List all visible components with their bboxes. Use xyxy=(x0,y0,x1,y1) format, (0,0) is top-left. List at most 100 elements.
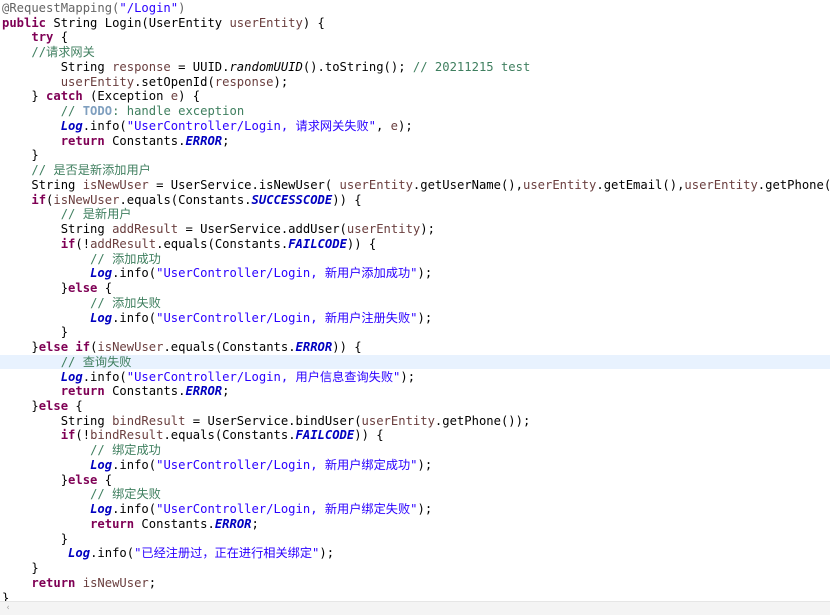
code-token: "UserController/Login, 用户信息查询失败" xyxy=(126,369,401,384)
code-line[interactable]: String response = UUID.randomUUID().toSt… xyxy=(0,60,830,75)
code-line[interactable]: return Constants.ERROR; xyxy=(0,517,830,532)
code-token: FAILCODE xyxy=(295,428,355,443)
code-token: ); xyxy=(417,310,433,325)
code-token: if xyxy=(60,428,76,443)
code-line[interactable]: Log.info("UserController/Login, 用户信息查询失败… xyxy=(0,370,830,385)
code-line[interactable]: // 绑定失败 xyxy=(0,487,830,502)
code-token: e xyxy=(390,118,399,133)
code-token: ); xyxy=(273,74,289,89)
code-token: = UserService.addUser( xyxy=(178,222,347,237)
code-token: ERROR xyxy=(295,340,333,355)
code-line[interactable]: userEntity.setOpenId(response); xyxy=(0,75,830,90)
code-line[interactable]: // 添加成功 xyxy=(0,252,830,267)
code-token: String xyxy=(2,413,113,428)
code-token: } xyxy=(2,89,47,104)
code-token: Constants. xyxy=(104,384,186,399)
code-token: userEntity xyxy=(684,177,758,192)
code-token: { xyxy=(68,398,83,413)
code-line[interactable]: String bindResult = UserService.bindUser… xyxy=(0,414,830,429)
code-token: ) { xyxy=(302,15,325,30)
code-line[interactable]: public String Login(UserEntity userEntit… xyxy=(0,16,830,31)
code-line[interactable]: // 添加失败 xyxy=(0,296,830,311)
code-token: String xyxy=(2,177,83,192)
code-line[interactable]: } xyxy=(0,325,830,340)
code-token: "UserController/Login, 新用户绑定成功" xyxy=(156,457,418,472)
code-token: ) xyxy=(178,1,186,15)
code-token: // 添加失败 xyxy=(90,295,161,310)
code-line[interactable]: @RequestMapping("/Login") xyxy=(0,1,830,16)
code-line[interactable]: // 是否是新添加用户 xyxy=(0,163,830,178)
code-line[interactable]: }else { xyxy=(0,473,830,488)
code-token: "/Login" xyxy=(119,1,179,15)
code-token: } xyxy=(2,531,69,546)
code-token: ); xyxy=(398,118,413,133)
code-line[interactable]: //请求网关 xyxy=(0,45,830,60)
code-token: ; xyxy=(222,133,230,148)
code-line[interactable]: Log.info("UserController/Login, 新用户添加成功"… xyxy=(0,266,830,281)
code-line[interactable]: // 查询失败 xyxy=(0,354,830,370)
code-line[interactable]: try { xyxy=(0,30,830,45)
code-token: addResult xyxy=(112,222,179,237)
code-token: (! xyxy=(75,236,91,251)
scrollbar-thumb[interactable] xyxy=(16,605,806,612)
code-line[interactable]: }else { xyxy=(0,399,830,414)
code-token: ERROR xyxy=(185,133,223,148)
code-token: Constants. xyxy=(104,133,186,148)
code-token: .getPhone()); xyxy=(434,413,531,428)
code-line[interactable]: Log.info("已经注册过，正在进行相关绑定"); xyxy=(0,546,830,561)
code-token: : handle exception xyxy=(112,104,245,119)
code-line[interactable]: String isNewUser = UserService.isNewUser… xyxy=(0,178,830,193)
code-token: )) { xyxy=(332,340,362,355)
code-line[interactable]: }else if(isNewUser.equals(Constants.ERRO… xyxy=(0,340,830,355)
code-line[interactable]: return Constants.ERROR; xyxy=(0,384,830,399)
code-token: } xyxy=(2,472,69,487)
code-token: ); xyxy=(417,457,433,472)
code-line[interactable]: if(isNewUser.equals(Constants.SUCCESSCOD… xyxy=(0,193,830,208)
code-token: ; xyxy=(222,384,230,399)
code-token: return xyxy=(60,133,105,148)
code-line[interactable]: return Constants.ERROR; xyxy=(0,134,830,149)
code-token: //请求网关 xyxy=(31,45,95,60)
code-token: isNewUser xyxy=(82,575,149,590)
code-token: ); xyxy=(319,546,335,561)
code-line[interactable]: Log.info("UserController/Login, 新用户绑定成功"… xyxy=(0,458,830,473)
code-token: ); xyxy=(420,222,435,237)
code-token: { xyxy=(97,472,113,487)
code-line[interactable]: } catch (Exception e) { xyxy=(0,89,830,104)
code-token: // 绑定成功 xyxy=(90,443,161,458)
code-line[interactable]: }else { xyxy=(0,281,830,296)
code-line[interactable]: } xyxy=(0,148,830,163)
code-line[interactable]: Log.info("UserController/Login, 新用户绑定失败"… xyxy=(0,502,830,517)
code-line[interactable]: Log.info("UserController/Login, 请求网关失败",… xyxy=(0,119,830,134)
code-token: userEntity xyxy=(229,15,303,30)
code-token: ERROR xyxy=(185,384,223,399)
code-token: "UserController/Login, 请求网关失败" xyxy=(126,118,376,133)
chevron-left-icon[interactable]: ‹ xyxy=(3,603,13,614)
code-token: { xyxy=(53,30,69,45)
code-line[interactable]: Log.info("UserController/Login, 新用户注册失败"… xyxy=(0,311,830,326)
code-token: Log xyxy=(90,457,113,472)
code-line[interactable]: return isNewUser; xyxy=(0,576,830,591)
code-editor[interactable]: @RequestMapping("/Login") public String L… xyxy=(0,0,830,605)
code-line[interactable]: if(!addResult.equals(Constants.FAILCODE)… xyxy=(0,237,830,252)
code-line[interactable]: } xyxy=(0,532,830,547)
code-line[interactable]: // 绑定成功 xyxy=(0,443,830,458)
code-line[interactable]: if(!bindResult.equals(Constants.FAILCODE… xyxy=(0,428,830,443)
code-line[interactable]: // TODO: handle exception xyxy=(0,104,830,119)
code-token: (! xyxy=(75,428,91,443)
horizontal-scrollbar[interactable]: ‹ xyxy=(0,601,830,615)
code-line[interactable]: } xyxy=(0,561,830,576)
code-line[interactable]: // 是新用户 xyxy=(0,207,830,222)
code-token: userEntity xyxy=(346,222,421,237)
code-token: = UUID. xyxy=(170,59,230,74)
code-line[interactable]: String addResult = UserService.addUser(u… xyxy=(0,222,830,237)
